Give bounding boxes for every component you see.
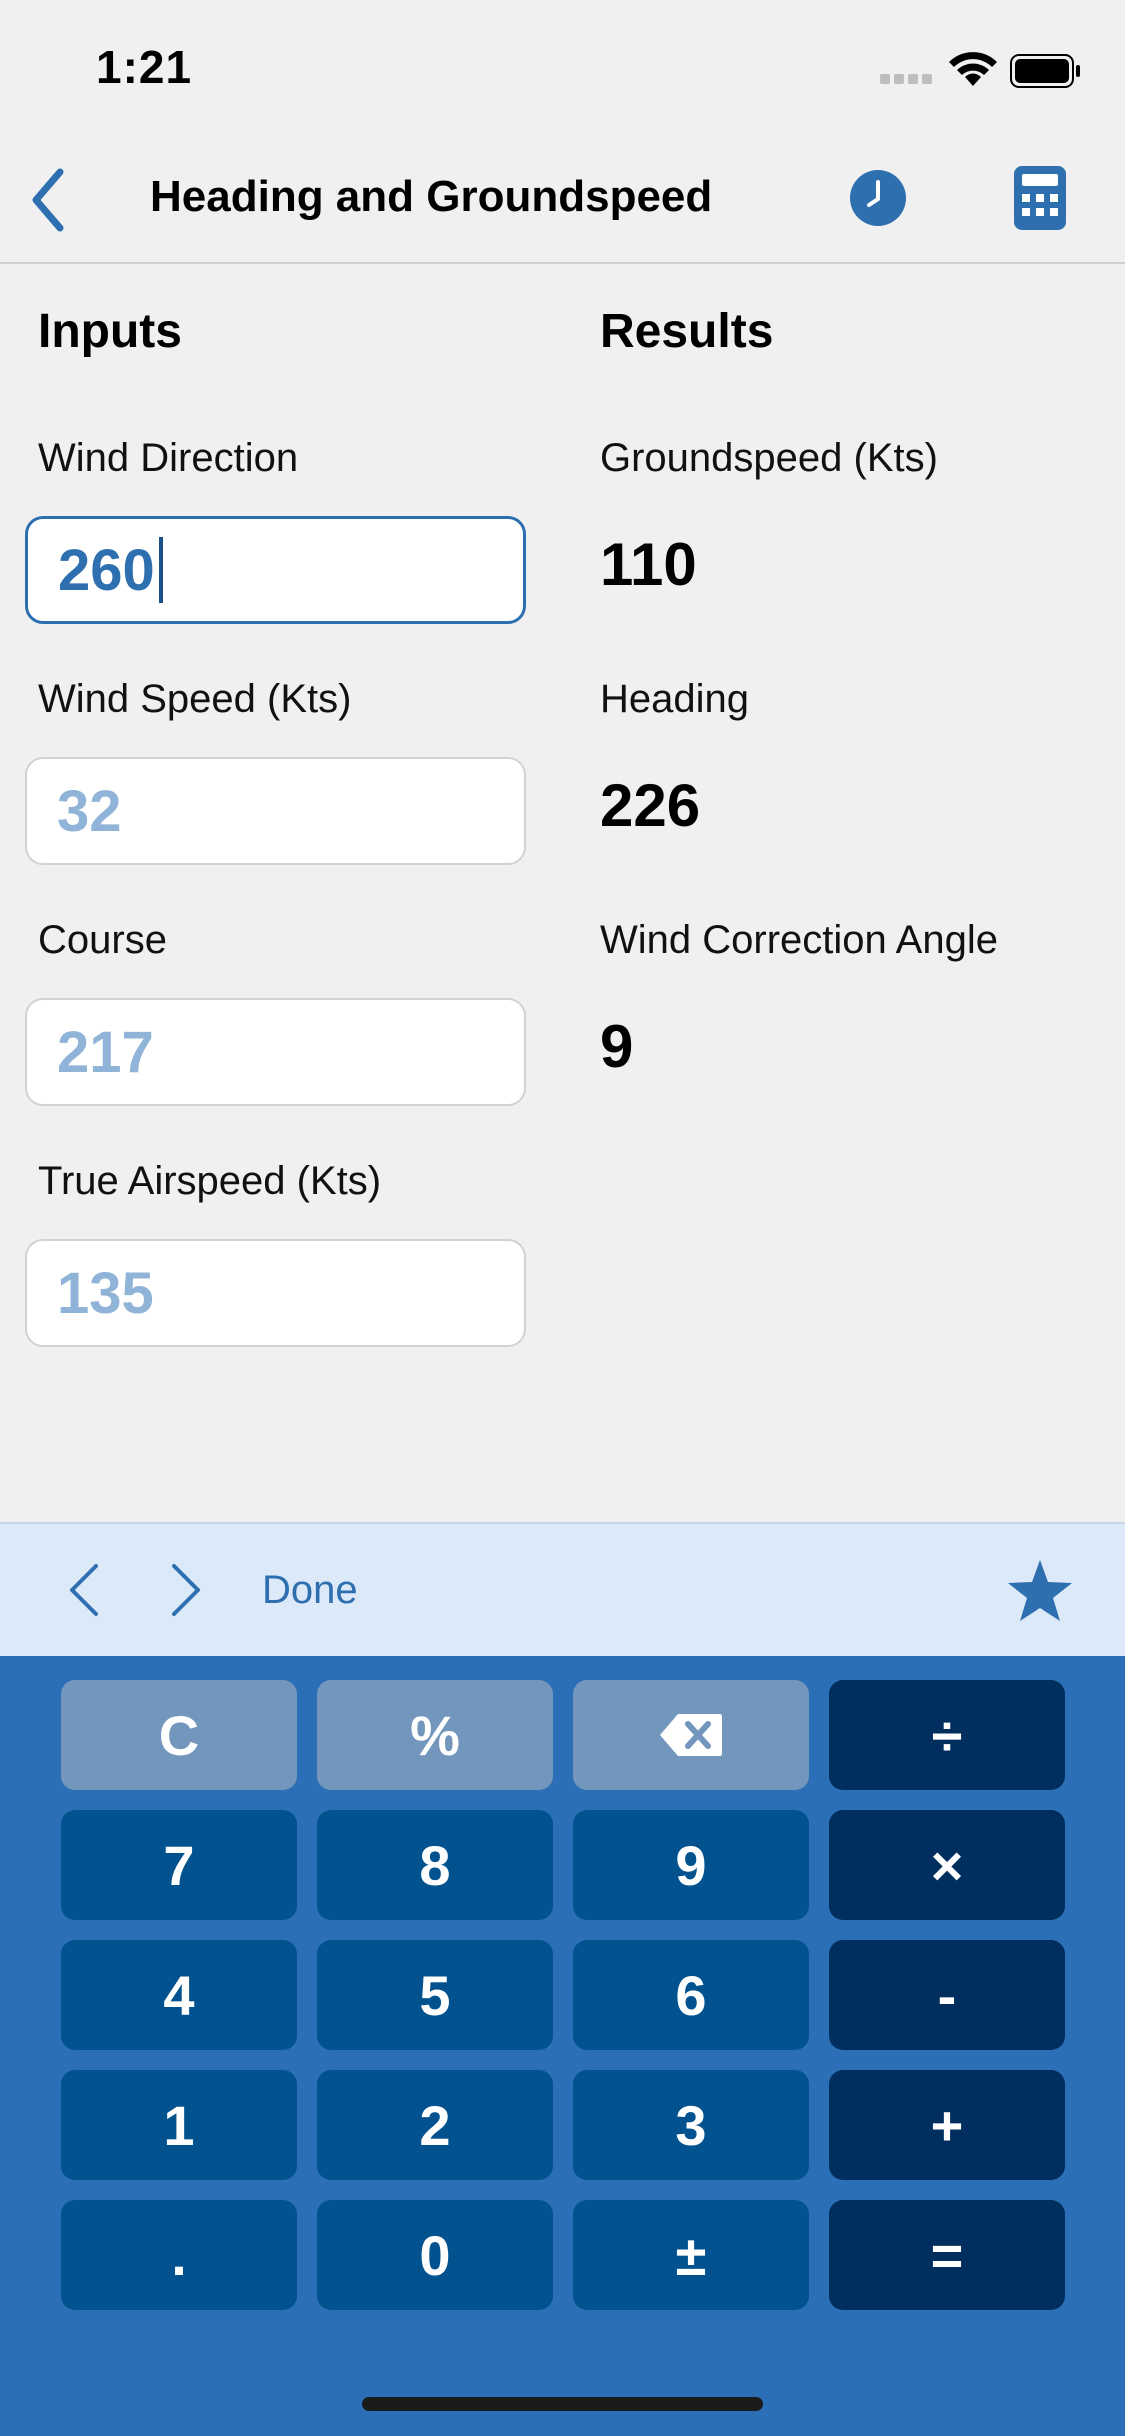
home-indicator[interactable] [362, 2397, 763, 2411]
true-airspeed-placeholder: 135 [57, 1260, 154, 1326]
key-1[interactable]: 1 [61, 2070, 297, 2180]
course-label: Course [38, 918, 167, 962]
key-2[interactable]: 2 [317, 2070, 553, 2180]
subtract-key[interactable]: - [829, 1940, 1065, 2050]
clear-key[interactable]: C [61, 1680, 297, 1790]
cellular-signal-icon [880, 74, 934, 84]
wind-speed-placeholder: 32 [57, 778, 122, 844]
text-caret [158, 537, 163, 603]
back-button[interactable] [18, 160, 78, 240]
done-button[interactable]: Done [262, 1568, 358, 1613]
key-9[interactable]: 9 [573, 1810, 809, 1920]
key-5[interactable]: 5 [317, 1940, 553, 2050]
key-7[interactable]: 7 [61, 1810, 297, 1920]
calculator-keypad: C % ÷ 7 8 9 × 4 5 6 - 1 2 3 + . 0 ± = [0, 1656, 1125, 2436]
chevron-left-icon[interactable] [62, 1560, 106, 1620]
percent-key[interactable]: % [317, 1680, 553, 1790]
decimal-key[interactable]: . [61, 2200, 297, 2310]
status-bar: 1:21 [0, 0, 1125, 132]
add-key[interactable]: + [829, 2070, 1065, 2180]
heading-value: 226 [600, 772, 701, 839]
clock-icon[interactable] [848, 168, 908, 228]
plus-minus-key[interactable]: ± [573, 2200, 809, 2310]
divide-key[interactable]: ÷ [829, 1680, 1065, 1790]
heading-label: Heading [600, 677, 750, 721]
key-0[interactable]: 0 [317, 2200, 553, 2310]
key-3[interactable]: 3 [573, 2070, 809, 2180]
chevron-left-icon [32, 168, 64, 232]
wind-correction-angle-label: Wind Correction Angle [600, 918, 998, 962]
page-title: Heading and Groundspeed [150, 172, 713, 221]
wind-direction-label: Wind Direction [38, 436, 299, 480]
key-4[interactable]: 4 [61, 1940, 297, 2050]
wind-speed-label: Wind Speed (Kts) [38, 677, 352, 721]
wind-direction-input[interactable]: 260 [25, 516, 526, 624]
results-heading: Results [600, 305, 774, 358]
inputs-heading: Inputs [38, 305, 182, 358]
groundspeed-label: Groundspeed (Kts) [600, 436, 938, 480]
groundspeed-value: 110 [600, 531, 697, 598]
equals-key[interactable]: = [829, 2200, 1065, 2310]
backspace-key[interactable] [573, 1680, 809, 1790]
wind-speed-input[interactable]: 32 [25, 757, 526, 865]
delete-backward-icon [660, 1714, 722, 1756]
chevron-right-icon[interactable] [164, 1560, 208, 1620]
key-6[interactable]: 6 [573, 1940, 809, 2050]
battery-icon [1010, 54, 1080, 88]
keyboard-accessory-bar: Done [0, 1522, 1125, 1656]
course-input[interactable]: 217 [25, 998, 526, 1106]
wind-correction-angle-value: 9 [600, 1013, 634, 1080]
wind-direction-value: 260 [58, 537, 155, 603]
true-airspeed-label: True Airspeed (Kts) [38, 1159, 382, 1203]
navigation-bar: Heading and Groundspeed [0, 132, 1125, 264]
calculator-icon[interactable] [1012, 164, 1068, 232]
true-airspeed-input[interactable]: 135 [25, 1239, 526, 1347]
wifi-icon [949, 52, 997, 86]
key-8[interactable]: 8 [317, 1810, 553, 1920]
status-time: 1:21 [96, 41, 193, 93]
course-placeholder: 217 [57, 1019, 154, 1085]
star-icon[interactable] [1006, 1558, 1074, 1624]
multiply-key[interactable]: × [829, 1810, 1065, 1920]
